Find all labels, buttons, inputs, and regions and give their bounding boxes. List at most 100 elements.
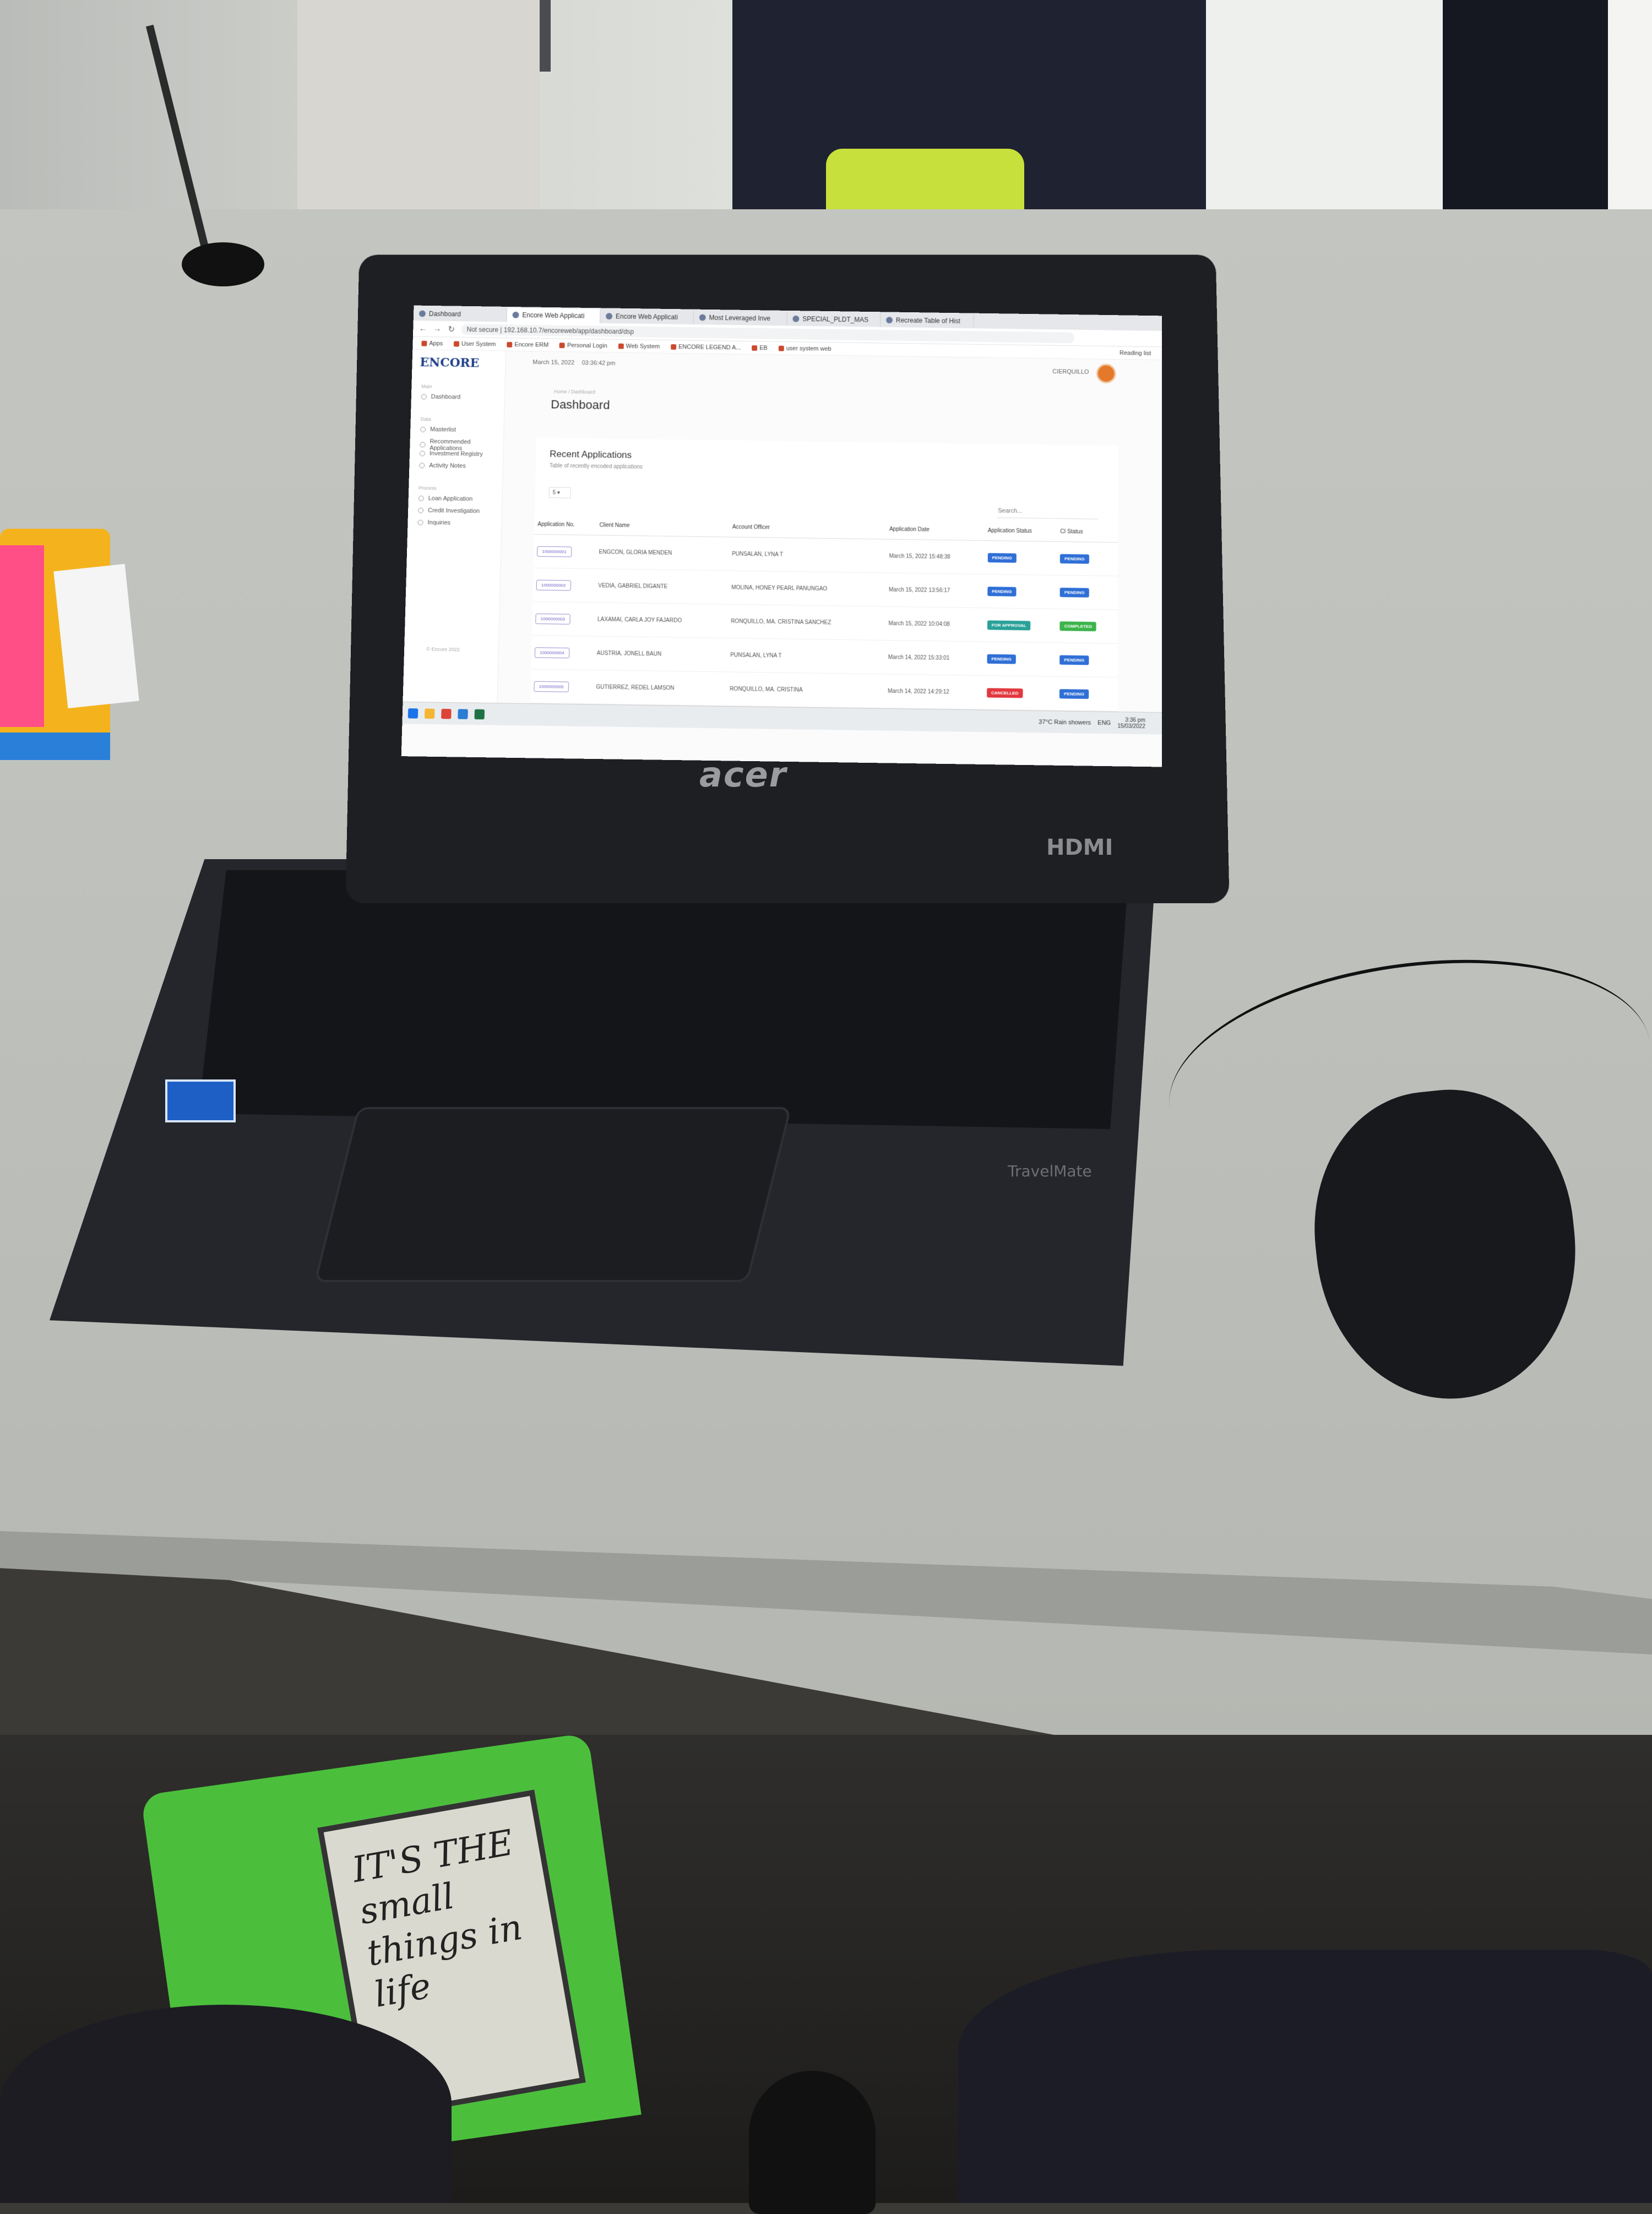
- current-time: 03:36:42 pm: [582, 360, 616, 367]
- windows-start-icon[interactable]: [408, 708, 419, 718]
- tab-favicon-icon: [886, 317, 893, 323]
- file-explorer-icon[interactable]: [425, 708, 435, 718]
- ci-status-badge: PENDING: [1060, 588, 1089, 598]
- bookmark-icon: [559, 343, 565, 348]
- bookmark-icon: [752, 345, 757, 350]
- tab-favicon-icon: [606, 313, 612, 319]
- cell-account-officer: PUNSALAN, LYNA T: [727, 638, 885, 674]
- bookmark-item[interactable]: EB: [752, 345, 768, 351]
- word-icon[interactable]: [458, 709, 468, 719]
- sidebar-item[interactable]: Inquiries: [417, 519, 450, 527]
- column-header[interactable]: Client Name: [596, 515, 729, 537]
- browser-tab[interactable]: Most Leveraged Inve: [694, 311, 787, 326]
- application-no-button[interactable]: 1000000002: [536, 579, 571, 590]
- sidebar-item[interactable]: Investment Registry: [420, 450, 483, 458]
- application-no-button[interactable]: 1000000005: [534, 681, 568, 692]
- applications-table: Application No. Client Name Account Office…: [530, 514, 1118, 712]
- model-label: TravelMate: [1008, 1162, 1092, 1180]
- column-header[interactable]: CI Status: [1057, 522, 1118, 542]
- bookmark-icon: [421, 340, 427, 346]
- sidebar-section-header: Process: [419, 485, 437, 491]
- page-length-value: 5: [553, 490, 556, 496]
- id-card: [53, 564, 139, 708]
- hdmi-label: HDMI: [1046, 835, 1113, 860]
- column-header[interactable]: Application No.: [534, 514, 596, 535]
- excel-icon[interactable]: [475, 709, 485, 719]
- cell-ci-status: PENDING: [1056, 643, 1117, 677]
- bookmark-item[interactable]: Personal Login: [559, 342, 607, 349]
- column-header[interactable]: Application Date: [886, 519, 985, 541]
- chrome-icon[interactable]: [441, 708, 452, 718]
- page-length-select[interactable]: 5 ▾: [548, 487, 570, 498]
- tab-label: Encore Web Applicati: [522, 311, 584, 319]
- browser-tab[interactable]: SPECIAL_PLDT_MAS: [787, 312, 881, 327]
- touchpad: [314, 1107, 791, 1282]
- sidebar-item-icon: [417, 520, 423, 525]
- avatar[interactable]: [1096, 363, 1116, 383]
- table-search-input[interactable]: [997, 504, 1098, 519]
- browser-tab[interactable]: Encore Web Applicati: [507, 308, 600, 323]
- cell-application-no: 1000000002: [532, 568, 595, 603]
- application-no-button[interactable]: 1000000001: [537, 546, 572, 557]
- ci-status-badge: COMPLETED: [1060, 621, 1097, 631]
- system-clock[interactable]: 3:36 pm 15/03/2022: [1117, 717, 1145, 730]
- cell-client-name: AUSTRIA, JONELL BAUN: [593, 636, 727, 672]
- bookmark-label: user system web: [786, 345, 832, 352]
- sidebar-item-label: Inquiries: [427, 519, 450, 527]
- sidebar-item[interactable]: Loan Application: [419, 495, 473, 502]
- sidebar-item[interactable]: Dashboard: [421, 393, 461, 400]
- breadcrumb: Home / Dashboard: [554, 389, 595, 395]
- current-date: March 15, 2022: [532, 359, 574, 366]
- bookmark-icon: [507, 341, 512, 347]
- forward-icon[interactable]: →: [433, 324, 442, 333]
- laptop-screen: Dashboard Encore Web Applicati Encore Web …: [401, 306, 1162, 767]
- keyboard: [198, 870, 1129, 1129]
- sidebar-item-label: Dashboard: [431, 394, 461, 401]
- bookmark-item[interactable]: Web System: [618, 343, 660, 350]
- application-no-button[interactable]: 1000000003: [535, 613, 570, 624]
- pink-notebook: [0, 545, 44, 727]
- cell-application-status: PENDING: [983, 642, 1057, 676]
- sidebar-item[interactable]: Activity Notes: [419, 462, 466, 469]
- column-header[interactable]: Account Officer: [729, 517, 887, 539]
- sidebar-item-icon: [421, 394, 427, 399]
- back-icon[interactable]: ←: [419, 324, 427, 333]
- bookmark-item[interactable]: Encore ERM: [507, 341, 548, 348]
- bookmark-icon: [671, 344, 676, 349]
- bookmark-item[interactable]: User System: [454, 340, 496, 348]
- bookmark-icon: [618, 343, 624, 349]
- sidebar-item[interactable]: Credit Investigation: [418, 507, 480, 515]
- bookmark-label: Apps: [429, 340, 443, 346]
- user-name[interactable]: CIERQUILLO: [1052, 368, 1089, 376]
- sidebar-item-icon: [420, 451, 425, 456]
- bookmark-item[interactable]: ENCORE LEGEND A...: [671, 343, 741, 351]
- cell-account-officer: RONQUILLO, MA. CRISTINA: [726, 672, 885, 708]
- application-no-button[interactable]: 1000000004: [535, 647, 569, 658]
- browser-tab[interactable]: Dashboard: [414, 307, 507, 322]
- status-badge: CANCELLED: [987, 688, 1023, 698]
- recent-applications-card: Recent Applications Table of recently en…: [530, 438, 1118, 711]
- bookmark-item[interactable]: user system web: [779, 345, 832, 352]
- tab-favicon-icon: [792, 316, 799, 322]
- browser-tab[interactable]: Encore Web Applicati: [600, 309, 694, 324]
- tab-favicon-icon: [419, 311, 426, 317]
- column-header[interactable]: Application Status: [985, 520, 1057, 541]
- weather-widget[interactable]: 37°C Rain showers: [1039, 719, 1091, 726]
- cell-client-name: ENGCON, GLORIA MENDEN: [595, 535, 729, 571]
- cell-client-name: GUTIERREZ, REDEL LAMSON: [593, 670, 727, 706]
- bookmark-item[interactable]: Apps: [421, 340, 443, 346]
- cell-ci-status: PENDING: [1056, 676, 1118, 711]
- bookmark-label: EB: [759, 345, 768, 351]
- cell-application-no: 1000000004: [531, 636, 594, 670]
- pen-holder-base: [182, 242, 264, 286]
- bookmark-label: User System: [461, 340, 496, 348]
- reload-icon[interactable]: ↻: [447, 324, 456, 334]
- sidebar-item[interactable]: Masterlist: [420, 426, 456, 433]
- cell-account-officer: MOLINA, HONEY PEARL PANUNGAO: [728, 571, 886, 606]
- status-badge: PENDING: [987, 553, 1017, 563]
- card-subtitle: Table of recently encoded applications: [550, 463, 643, 470]
- language-indicator[interactable]: ENG: [1097, 719, 1111, 726]
- cell-client-name: LAXAMAI, CARLA JOY FAJARDO: [594, 603, 727, 638]
- browser-tab[interactable]: Recreate Table of Hist: [881, 313, 974, 328]
- reading-list-button[interactable]: Reading list: [1120, 350, 1151, 357]
